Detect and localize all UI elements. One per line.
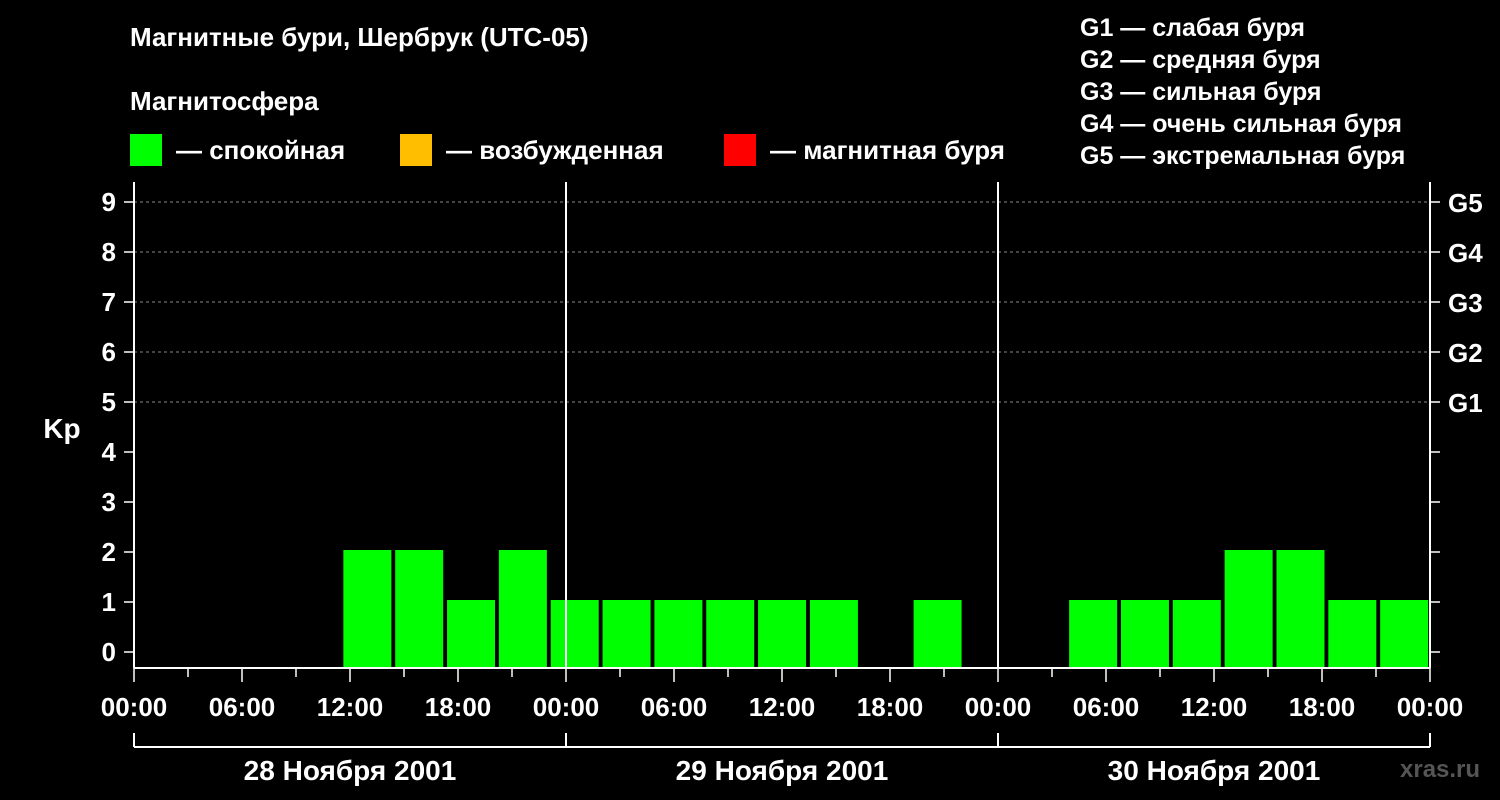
- kp-chart: 0 1 2 3 4 5 6 7 8 9 G1 G2 G3 G4 G5 Kp 00:00 06:00 12:00 18:…: [43, 182, 1483, 786]
- x-tick-label: 18:00: [1289, 692, 1356, 722]
- g-scale-label: G5: [1448, 188, 1483, 218]
- y-tick-label: 8: [102, 237, 116, 267]
- x-tick-label: 06:00: [209, 692, 276, 722]
- x-tick-label: 18:00: [425, 692, 492, 722]
- kp-bar: [654, 600, 703, 668]
- kp-bar: [343, 550, 392, 668]
- y-tick-label: 7: [102, 287, 116, 317]
- kp-bar: [758, 600, 807, 668]
- kp-bar: [1172, 600, 1221, 668]
- kp-bar: [550, 600, 599, 668]
- kp-bar: [1069, 600, 1118, 668]
- day-label: 28 Ноября 2001: [244, 755, 457, 786]
- kp-bar: [913, 600, 962, 668]
- x-tick-label: 12:00: [317, 692, 384, 722]
- y-tick-label: 4: [102, 437, 117, 467]
- kp-bar: [447, 600, 496, 668]
- x-tick-label: 00:00: [965, 692, 1032, 722]
- g-scale-label: G2: [1448, 338, 1483, 368]
- kp-bar: [1276, 550, 1325, 668]
- y-axis-title: Kp: [43, 413, 80, 444]
- kp-bar: [1120, 600, 1169, 668]
- day-label: 30 Ноября 2001: [1108, 755, 1321, 786]
- x-tick-label: 00:00: [101, 692, 168, 722]
- y-tick-label: 9: [102, 187, 116, 217]
- x-tick-label: 12:00: [749, 692, 816, 722]
- x-tick-label: 18:00: [857, 692, 924, 722]
- x-tick-label: 12:00: [1181, 692, 1248, 722]
- y-tick-label: 5: [102, 387, 116, 417]
- g-scale-label: G3: [1448, 288, 1483, 318]
- kp-bar: [395, 550, 444, 668]
- x-tick-label: 06:00: [1073, 692, 1140, 722]
- x-tick-label: 06:00: [641, 692, 708, 722]
- g-scale-label: G4: [1448, 238, 1483, 268]
- y-tick-label: 2: [102, 537, 116, 567]
- y-tick-label: 6: [102, 337, 116, 367]
- y-tick-label: 3: [102, 487, 116, 517]
- watermark: xras.ru: [1400, 756, 1481, 783]
- kp-bar: [809, 600, 858, 668]
- kp-bar: [1224, 550, 1273, 668]
- kp-bar: [498, 550, 547, 668]
- y-tick-label: 0: [102, 637, 116, 667]
- x-tick-label: 00:00: [1397, 692, 1464, 722]
- kp-bar: [1380, 600, 1429, 668]
- kp-bar: [1328, 600, 1377, 668]
- x-tick-label: 00:00: [533, 692, 600, 722]
- day-label: 29 Ноября 2001: [676, 755, 889, 786]
- kp-bar: [706, 600, 755, 668]
- g-scale-label: G1: [1448, 388, 1483, 418]
- kp-bar: [602, 600, 651, 668]
- y-tick-label: 1: [102, 587, 116, 617]
